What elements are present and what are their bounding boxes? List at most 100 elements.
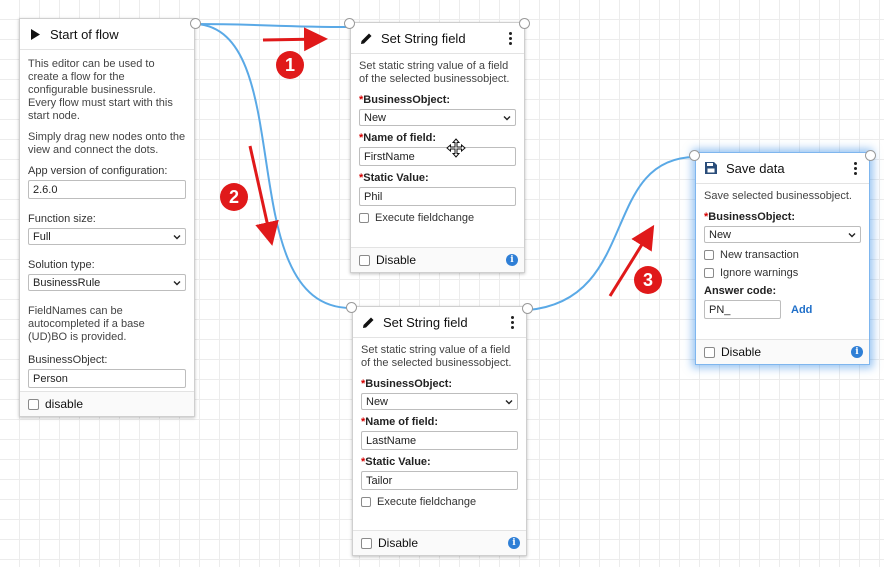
app-version-input[interactable]: 2.6.0 <box>28 180 186 199</box>
function-size-select[interactable]: Full <box>28 228 186 245</box>
chevron-down-icon <box>505 399 513 404</box>
pencil-icon <box>359 31 373 45</box>
info-icon[interactable]: i <box>508 537 520 549</box>
set-string-1-static-label: *Static Value: <box>359 172 516 184</box>
bo-label-text: BusinessObject: <box>708 211 796 223</box>
disable-checkbox[interactable] <box>28 398 39 410</box>
start-node-header[interactable]: Start of flow <box>20 19 194 50</box>
execute-fieldchange-checkbox[interactable] <box>361 497 371 507</box>
execute-fieldchange-label: Execute fieldchange <box>377 496 477 508</box>
set-string-1-description: Set static string value of a field of th… <box>359 60 510 85</box>
static-label-text: Static Value: <box>363 172 429 184</box>
save-data-input-port[interactable] <box>689 150 700 161</box>
ignore-warnings-checkbox[interactable] <box>704 268 714 278</box>
set-string-1-static-input[interactable]: Phil <box>359 187 516 206</box>
save-data-title: Save data <box>726 160 785 176</box>
disable-checkbox[interactable] <box>361 537 372 549</box>
set-string-node-1[interactable]: Set String field Set static string value… <box>350 22 525 273</box>
set-string-2-title: Set String field <box>383 314 468 330</box>
bo-label-text: BusinessObject: <box>363 94 451 106</box>
save-data-header[interactable]: Save data <box>696 153 869 184</box>
ignore-warnings-label: Ignore warnings <box>720 267 799 279</box>
set-string-2-field-input[interactable]: LastName <box>361 431 518 450</box>
add-answer-code-button[interactable]: Add <box>791 304 812 316</box>
save-data-output-port[interactable] <box>865 150 876 161</box>
disable-checkbox[interactable] <box>704 346 715 358</box>
new-transaction-label: New transaction <box>720 249 799 261</box>
kebab-menu-icon[interactable] <box>849 160 861 176</box>
set-string-1-input-port[interactable] <box>344 18 355 29</box>
annotation-badge-1: 1 <box>276 51 304 79</box>
new-transaction-checkbox[interactable] <box>704 250 714 260</box>
save-data-description: Save selected businessobject. <box>704 190 852 202</box>
start-node-description: This editor can be used to create a flow… <box>28 58 173 122</box>
execute-fieldchange-row[interactable]: Execute fieldchange <box>359 212 516 224</box>
function-size-value: Full <box>33 230 51 243</box>
kebab-menu-icon[interactable] <box>506 314 518 330</box>
new-transaction-row[interactable]: New transaction <box>704 249 861 261</box>
bo-value: New <box>366 395 389 408</box>
chevron-down-icon <box>503 115 511 120</box>
solution-type-label: Solution type: <box>28 259 95 271</box>
set-string-1-bo-label: *BusinessObject: <box>359 94 516 106</box>
floppy-disk-icon <box>704 161 718 175</box>
set-string-2-input-port[interactable] <box>346 302 357 313</box>
set-string-2-footer: Disable i <box>353 530 526 555</box>
execute-fieldchange-checkbox[interactable] <box>359 213 369 223</box>
field-value: FirstName <box>364 150 415 163</box>
save-data-bo-select[interactable]: New <box>704 226 861 243</box>
disable-checkbox[interactable] <box>359 254 370 266</box>
set-string-node-2[interactable]: Set String field Set static string value… <box>352 306 527 556</box>
answer-code-input[interactable]: PN_ <box>704 300 781 319</box>
annotation-arrow-1 <box>262 27 328 52</box>
info-icon[interactable]: i <box>506 254 518 266</box>
chevron-down-icon <box>848 232 856 237</box>
set-string-1-field-label: *Name of field: <box>359 132 516 144</box>
execute-fieldchange-row[interactable]: Execute fieldchange <box>361 496 518 508</box>
solution-type-value: BusinessRule <box>33 276 101 289</box>
bo-value: New <box>364 111 387 124</box>
answer-code-label: Answer code: <box>704 285 777 297</box>
info-icon[interactable]: i <box>851 346 863 358</box>
chevron-down-icon <box>173 234 181 239</box>
field-label-text: Name of field: <box>363 132 437 144</box>
business-object-value: Person <box>33 372 68 385</box>
set-string-1-field-input[interactable]: FirstName <box>359 147 516 166</box>
set-string-1-header[interactable]: Set String field <box>351 23 524 54</box>
disable-label: Disable <box>378 536 419 550</box>
start-node-output-port[interactable] <box>190 18 201 29</box>
play-icon <box>28 27 42 41</box>
save-data-node[interactable]: Save data Save selected businessobject. … <box>695 152 870 365</box>
set-string-2-output-port[interactable] <box>522 303 533 314</box>
solution-type-select[interactable]: BusinessRule <box>28 274 186 291</box>
set-string-2-static-input[interactable]: Tailor <box>361 471 518 490</box>
set-string-1-output-port[interactable] <box>519 18 530 29</box>
set-string-2-bo-select[interactable]: New <box>361 393 518 410</box>
start-node-drag-hint: Simply drag new nodes onto the view and … <box>28 131 186 156</box>
function-size-label: Function size: <box>28 213 96 225</box>
static-value: Phil <box>364 190 383 203</box>
field-value: LastName <box>366 434 417 447</box>
set-string-2-field-label: *Name of field: <box>361 416 518 428</box>
annotation-badge-2: 2 <box>220 183 248 211</box>
ignore-warnings-row[interactable]: Ignore warnings <box>704 267 861 279</box>
bo-label-text: BusinessObject: <box>365 378 453 390</box>
start-node-footer: disable <box>20 391 194 416</box>
bo-value: New <box>709 228 732 241</box>
set-string-1-title: Set String field <box>381 30 466 46</box>
business-object-label: BusinessObject: <box>28 354 108 366</box>
set-string-1-bo-select[interactable]: New <box>359 109 516 126</box>
business-object-input[interactable]: Person <box>28 369 186 388</box>
set-string-2-header[interactable]: Set String field <box>353 307 526 338</box>
set-string-2-description: Set static string value of a field of th… <box>361 344 512 369</box>
fieldnames-note: FieldNames can be autocompleted if a bas… <box>28 305 145 343</box>
disable-label: Disable <box>376 253 417 267</box>
app-version-value: 2.6.0 <box>33 183 58 196</box>
disable-label: Disable <box>721 345 762 359</box>
start-of-flow-node[interactable]: Start of flow This editor can be used to… <box>19 18 195 417</box>
pencil-icon <box>361 315 375 329</box>
annotation-arrow-2 <box>248 145 279 246</box>
connector-start-to-set1 <box>195 23 351 28</box>
kebab-menu-icon[interactable] <box>504 30 516 46</box>
static-value: Tailor <box>366 474 393 487</box>
